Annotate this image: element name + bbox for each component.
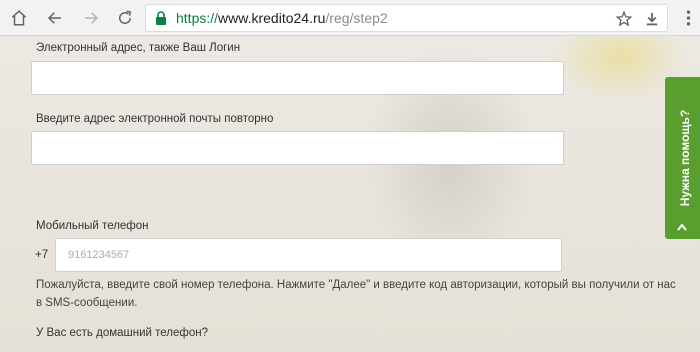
home-icon[interactable]	[7, 6, 31, 30]
url-host: www.kredito24.ru	[218, 10, 326, 26]
email-field[interactable]	[31, 61, 564, 95]
download-icon[interactable]	[643, 10, 661, 28]
url-path: /reg/step2	[325, 10, 388, 26]
help-tab[interactable]: Нужна помощь?	[665, 77, 700, 239]
phone-label: Мобильный телефон	[36, 220, 149, 232]
forward-icon[interactable]	[79, 6, 103, 30]
email-label: Электронный адрес, также Ваш Логин	[36, 42, 241, 54]
phone-prefix: +7	[35, 249, 49, 261]
more-menu-icon[interactable]	[680, 6, 696, 30]
url-text: https://www.kredito24.ru/reg/step2	[176, 10, 388, 26]
reload-icon[interactable]	[113, 6, 137, 30]
phone-input[interactable]	[55, 238, 562, 272]
email-repeat-field[interactable]	[31, 131, 564, 165]
bookmark-star-icon[interactable]	[615, 10, 633, 28]
secure-lock-icon	[156, 11, 166, 25]
browser-toolbar: https://www.kredito24.ru/reg/step2	[0, 0, 700, 36]
phone-hint: Пожалуйста, введите свой номер телефона.…	[36, 279, 676, 309]
home-phone-question: У Вас есть домашний телефон?	[36, 327, 209, 339]
url-protocol: https://	[176, 10, 219, 26]
address-bar[interactable]: https://www.kredito24.ru/reg/step2	[145, 4, 668, 32]
registration-page: Электронный адрес, также Ваш Логин Введи…	[0, 37, 700, 352]
help-tab-label: Нужна помощь?	[678, 109, 692, 207]
back-icon[interactable]	[43, 6, 67, 30]
email-repeat-label: Введите адрес электронной почты повторно	[36, 113, 274, 125]
chevron-up-icon	[677, 223, 687, 231]
